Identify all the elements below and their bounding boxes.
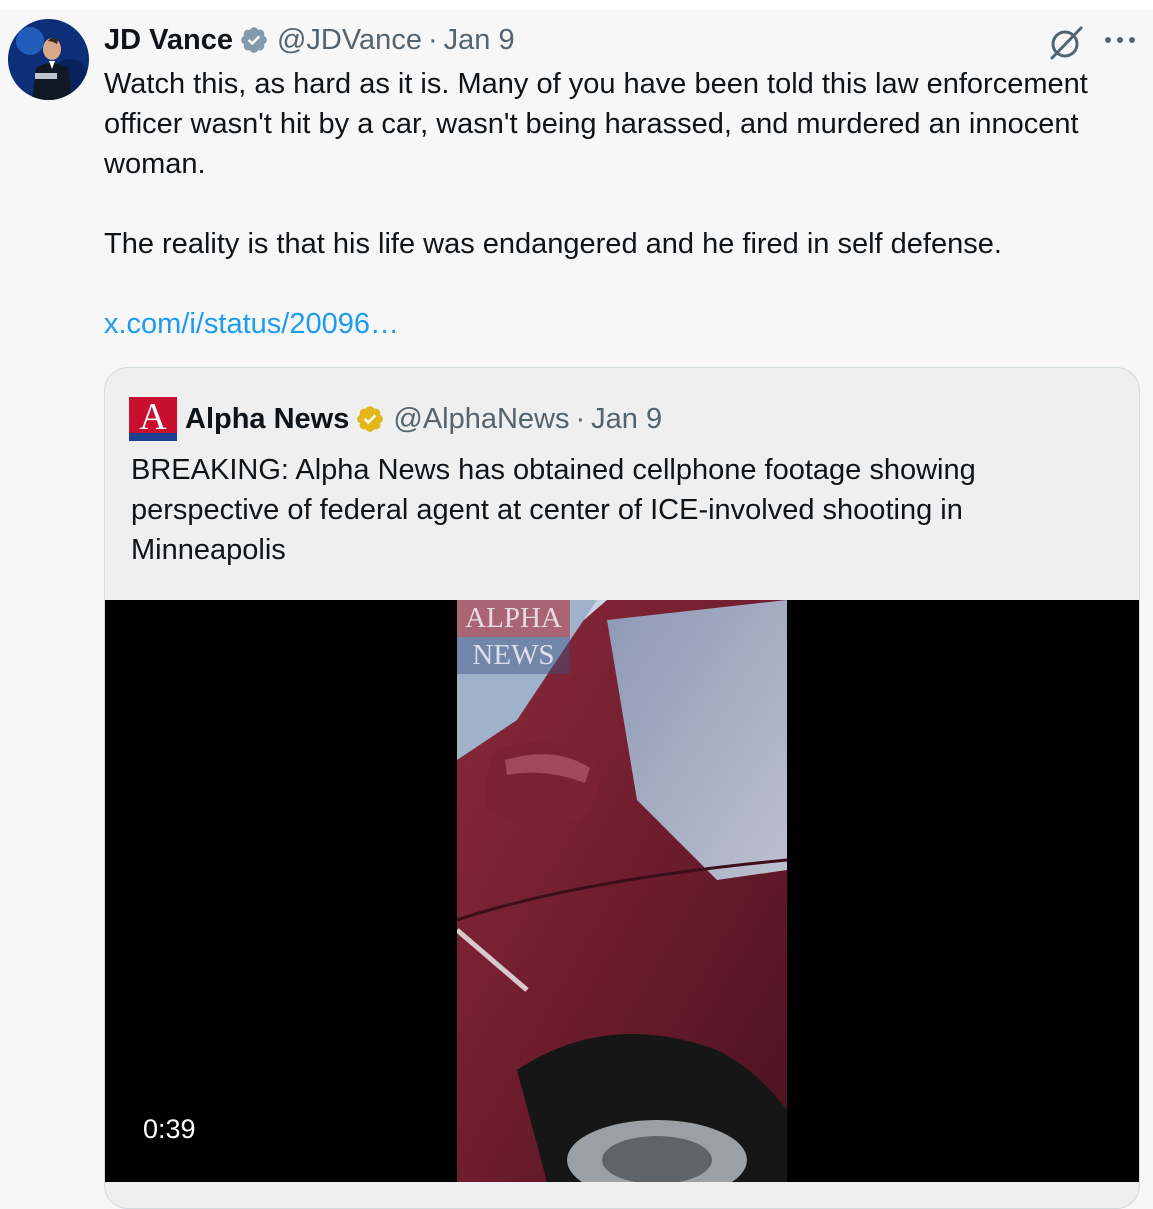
quoted-author-name[interactable]: Alpha News <box>185 403 349 436</box>
video-frame <box>457 600 787 1182</box>
tweet-link[interactable]: x.com/i/status/20096… <box>104 308 399 340</box>
tweet-header: JD Vance @JDVance · Jan 9 <box>104 22 515 58</box>
verified-badge-icon <box>241 27 267 53</box>
alpha-news-logo-letter: A <box>139 397 167 438</box>
avatar[interactable] <box>8 19 89 100</box>
author-handle[interactable]: @JDVance <box>277 24 422 57</box>
more-icon[interactable] <box>1101 30 1139 50</box>
quoted-tweet-text: BREAKING: Alpha News has obtained cellph… <box>131 454 976 566</box>
watermark-line-2: NEWS <box>457 637 570 674</box>
video-watermark: ALPHA NEWS <box>457 600 570 674</box>
gold-verified-badge-icon <box>357 406 384 432</box>
separator-dot: · <box>427 23 438 56</box>
tweet-date[interactable]: Jan 9 <box>444 24 515 57</box>
grok-icon[interactable] <box>1047 24 1085 62</box>
quoted-tweet-date[interactable]: Jan 9 <box>591 403 662 436</box>
tweet-paragraph-1: Watch this, as hard as it is. Many of yo… <box>104 68 1088 180</box>
quoted-tweet-header: A Alpha News @AlphaNews · Jan 9 <box>129 397 662 441</box>
quoted-separator-dot: · <box>575 402 586 435</box>
author-name[interactable]: JD Vance <box>104 24 233 57</box>
watermark-line-1: ALPHA <box>457 600 570 637</box>
quoted-author-handle[interactable]: @AlphaNews <box>393 403 569 436</box>
tweet-text: Watch this, as hard as it is. Many of yo… <box>104 64 1134 344</box>
video-duration: 0:39 <box>143 1114 196 1144</box>
quoted-tweet-card[interactable]: A Alpha News @AlphaNews · Jan 9 BREAKING… <box>104 367 1140 1209</box>
alpha-news-logo[interactable]: A <box>129 397 177 441</box>
top-strip <box>0 0 1153 10</box>
video-player[interactable]: ALPHA NEWS 0:39 <box>105 600 1139 1182</box>
tweet-paragraph-2: The reality is that his life was endange… <box>104 228 1002 260</box>
